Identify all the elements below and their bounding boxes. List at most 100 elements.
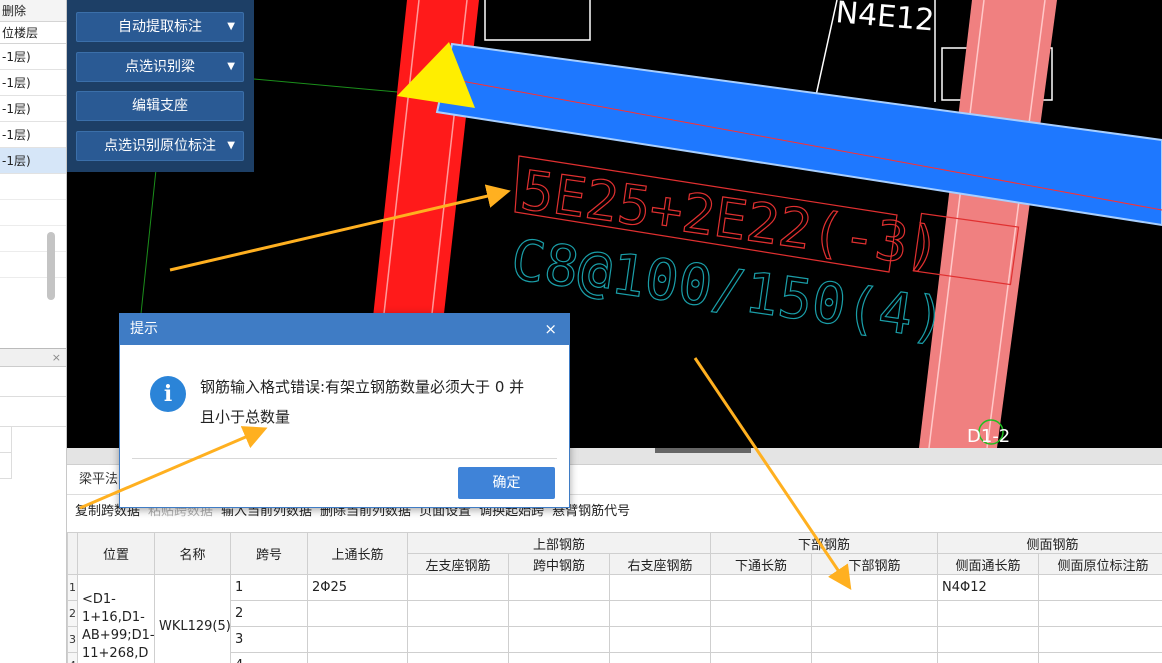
floor-row-empty — [0, 252, 66, 278]
cell-span[interactable]: 3 — [230, 626, 308, 653]
ok-button[interactable]: 确定 — [458, 467, 555, 499]
left-bottom-cell — [0, 427, 12, 453]
header-top-group: 上部钢筋 — [407, 532, 711, 554]
header-bottom-rebar: 下部钢筋 — [810, 553, 939, 575]
cell-span[interactable]: 4 — [230, 652, 308, 663]
wall-outline — [814, 0, 838, 101]
cell[interactable] — [609, 652, 711, 663]
cell[interactable] — [307, 652, 408, 663]
left-bottom-blank — [0, 367, 66, 397]
left-panel-header[interactable]: 删除 — [0, 0, 66, 22]
header-bottom-group: 下部钢筋 — [709, 532, 939, 554]
cell[interactable] — [609, 574, 711, 601]
cell[interactable] — [1038, 652, 1162, 663]
cell[interactable] — [508, 600, 610, 627]
header-side-through: 侧面通长筋 — [937, 553, 1040, 575]
header-position: 位置 — [77, 532, 155, 575]
floor-row[interactable]: -1层) — [0, 96, 66, 122]
floor-row-empty — [0, 174, 66, 200]
info-icon: i — [150, 376, 186, 412]
cell[interactable] — [307, 600, 408, 627]
tool-panel: 自动提取标注 ▼ 点选识别梁 ▼ 编辑支座 点选识别原位标注 ▼ — [67, 0, 254, 172]
cell[interactable] — [937, 600, 1040, 627]
cell-top-through[interactable]: 2Φ25 — [307, 574, 408, 601]
floor-row-empty — [0, 226, 66, 252]
cell[interactable] — [407, 574, 509, 601]
dialog-message: 钢筋输入格式错误:有架立钢筋数量必须大于 0 并且小于总数量 — [200, 378, 525, 426]
auto-extract-annotation-button[interactable]: 自动提取标注 ▼ — [76, 12, 244, 42]
cell[interactable] — [810, 574, 939, 601]
floor-row[interactable]: -1层) — [0, 44, 66, 70]
wall-outline — [484, 0, 591, 41]
header-right-support: 右支座钢筋 — [609, 553, 711, 575]
cell[interactable] — [609, 600, 711, 627]
cell-span[interactable]: 1 — [230, 574, 308, 601]
header-side-in-situ: 侧面原位标注筋 — [1038, 553, 1162, 575]
header-bottom-through: 下通长筋 — [710, 553, 812, 575]
row-index: 3 — [67, 626, 78, 653]
cell-span[interactable]: 2 — [230, 600, 308, 627]
cell[interactable] — [407, 600, 509, 627]
header-left-support: 左支座钢筋 — [407, 553, 509, 575]
pick-identify-in-situ-button[interactable]: 点选识别原位标注 ▼ — [76, 131, 244, 161]
cell[interactable] — [810, 626, 939, 653]
cell[interactable] — [937, 626, 1040, 653]
cad-label-top: N4E12 — [834, 0, 935, 39]
cell[interactable] — [508, 652, 610, 663]
cell[interactable] — [710, 626, 812, 653]
left-floor-panel: 删除 位楼层 -1层) -1层) -1层) -1层) -1层) × — [0, 0, 67, 663]
cell[interactable] — [407, 652, 509, 663]
floor-row-selected[interactable]: -1层) — [0, 148, 66, 174]
cell[interactable] — [1038, 626, 1162, 653]
pick-identify-beam-button[interactable]: 点选识别梁 ▼ — [76, 52, 244, 82]
table-row[interactable]: 4 4 — [67, 652, 1162, 663]
floor-row[interactable]: -1层) — [0, 70, 66, 96]
table-row[interactable]: 1 <D1-1+16,D1-AB+99;D1-11+268,D WKL129(5… — [67, 574, 1162, 663]
header-top-through: 上通长筋 — [307, 532, 408, 575]
row-index: 2 — [67, 600, 78, 627]
chevron-down-icon[interactable]: ▼ — [227, 132, 235, 160]
close-icon[interactable]: × — [544, 314, 557, 345]
left-bottom-panel: × — [0, 348, 66, 663]
cell[interactable] — [710, 574, 812, 601]
cell[interactable] — [508, 574, 610, 601]
corner-header — [67, 532, 78, 575]
chevron-down-icon[interactable]: ▼ — [227, 53, 235, 81]
cell-name[interactable]: WKL129(5) — [154, 574, 231, 663]
tool-label: 点选识别原位标注 — [104, 138, 216, 154]
cell[interactable] — [810, 652, 939, 663]
cell[interactable] — [609, 626, 711, 653]
cell[interactable] — [810, 600, 939, 627]
edit-support-button[interactable]: 编辑支座 — [76, 91, 244, 121]
table-row[interactable]: 2 2 — [67, 600, 1162, 627]
cell-side-through[interactable]: N4Φ12 — [937, 574, 1040, 601]
table-row[interactable]: 3 3 — [67, 626, 1162, 653]
beam-data-grid: 位置 名称 跨号 上通长筋 上部钢筋 下部钢筋 侧面钢筋 左支座钢筋 跨中钢筋 … — [67, 532, 1162, 663]
cell[interactable] — [937, 652, 1040, 663]
cad-label-axis: D1-2 — [967, 426, 1010, 447]
app-window: N4E12 5E25+2E22(-3) C8@100/150(4) D1-2 删… — [0, 0, 1162, 663]
splitter-grip[interactable] — [655, 448, 751, 453]
cell[interactable] — [1038, 574, 1162, 601]
dialog-header: 提示 × — [120, 314, 569, 345]
cell[interactable] — [407, 626, 509, 653]
cell-position[interactable]: <D1-1+16,D1-AB+99;D1-11+268,D — [77, 574, 155, 663]
tool-label: 点选识别梁 — [125, 59, 195, 75]
left-panel-column: 位楼层 — [0, 22, 66, 44]
header-name: 名称 — [154, 532, 231, 575]
left-panel-scrollbar[interactable] — [47, 232, 55, 300]
floor-row[interactable]: -1层) — [0, 122, 66, 148]
cell[interactable] — [710, 600, 812, 627]
cell[interactable] — [508, 626, 610, 653]
cell[interactable] — [1038, 600, 1162, 627]
header-mid-span: 跨中钢筋 — [508, 553, 610, 575]
chevron-down-icon[interactable]: ▼ — [227, 13, 235, 41]
dialog-title: 提示 — [130, 321, 158, 337]
left-bottom-close[interactable]: × — [0, 349, 66, 367]
cell[interactable] — [710, 652, 812, 663]
header-side-group: 侧面钢筋 — [937, 532, 1162, 554]
tool-label: 编辑支座 — [132, 98, 188, 114]
cell[interactable] — [307, 626, 408, 653]
row-index: 1 — [67, 574, 78, 601]
row-index: 4 — [67, 652, 78, 663]
